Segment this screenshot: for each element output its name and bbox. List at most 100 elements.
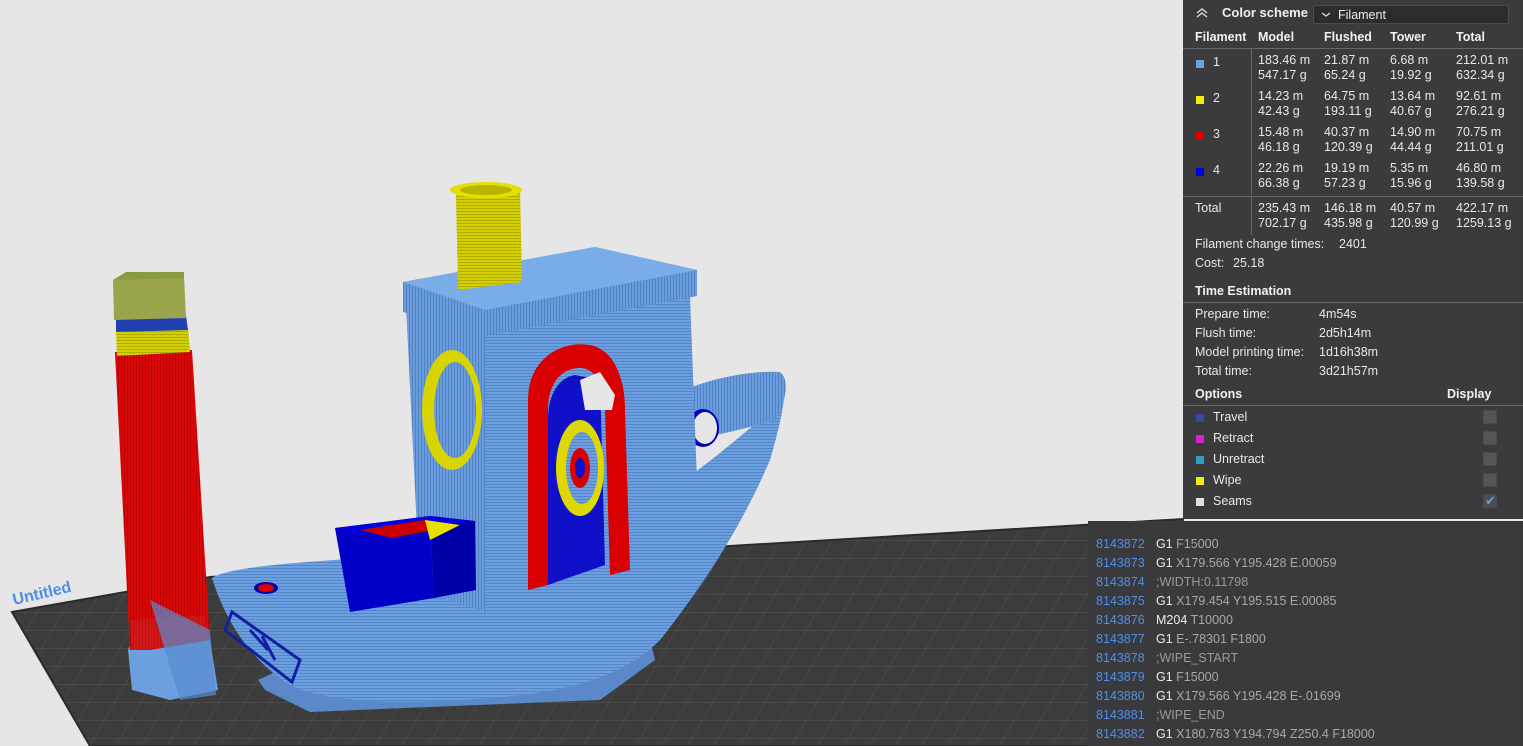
unretract-display-checkbox[interactable] (1483, 452, 1497, 466)
option-label: Unretract (1213, 452, 1265, 466)
options-title: Options (1195, 387, 1243, 401)
retract-display-checkbox[interactable] (1483, 431, 1497, 445)
filament-swatch-3 (1196, 132, 1204, 140)
filament-change-times: Filament change times: 2401 (1195, 237, 1367, 251)
gcode-viewer-panel[interactable]: 8143872 G1 F15000 8143873 G1 X179.566 Y195… (1088, 521, 1523, 746)
tower-weight: 44.44 g (1390, 140, 1432, 154)
total-weight: 632.34 g (1456, 68, 1505, 82)
model-length: 183.46 m (1258, 53, 1311, 67)
gcode-line-number: 8143876 (1096, 613, 1145, 627)
tower-weight: 15.96 g (1390, 176, 1432, 190)
wipe-display-checkbox[interactable] (1483, 473, 1497, 487)
flushed-weight: 57.23 g (1324, 176, 1366, 190)
option-seams: Seams ✔ (1183, 492, 1523, 512)
model-length: 235.43 m (1258, 201, 1311, 215)
option-retract: Retract (1183, 429, 1523, 449)
gcode-args: F15000 (1176, 537, 1219, 551)
cost: Cost: 25.18 (1195, 256, 1264, 270)
change-times-label: Filament change times: (1195, 237, 1325, 251)
total-weight: 211.01 g (1456, 140, 1504, 154)
option-label: Retract (1213, 431, 1254, 445)
col-flushed: Flushed (1324, 30, 1372, 44)
seams-swatch (1196, 498, 1204, 506)
tower-length: 5.35 m (1390, 161, 1429, 175)
filament-id: 2 (1213, 91, 1220, 105)
legend-header: Color scheme Filament (1183, 0, 1523, 28)
total-weight: 1259.13 g (1456, 216, 1512, 230)
tower-weight: 40.67 g (1390, 104, 1432, 118)
model-weight: 547.17 g (1258, 68, 1307, 82)
col-model: Model (1258, 30, 1295, 44)
tower-length: 40.57 m (1390, 201, 1436, 215)
gcode-command: M204 (1156, 613, 1188, 627)
time-label: Model printing time: (1195, 345, 1305, 359)
col-tower: Tower (1390, 30, 1426, 44)
collapse-icon[interactable] (1195, 6, 1209, 20)
filament-row-3: 3 15.48 m 46.18 g 40.37 m 120.39 g 14.90 m… (1183, 125, 1523, 159)
col-total: Total (1456, 30, 1485, 44)
tower-weight: 120.99 g (1390, 216, 1439, 230)
flushed-weight: 193.11 g (1324, 104, 1372, 118)
tower-weight: 19.92 g (1390, 68, 1432, 82)
filament-id: 3 (1213, 127, 1220, 141)
filament-row-1: 1 183.46 m 547.17 g 21.87 m 65.24 g 6.68 m… (1183, 53, 1523, 87)
gcode-line-number: 8143874 (1096, 575, 1145, 589)
time-label: Flush time: (1195, 326, 1257, 340)
travel-display-checkbox[interactable] (1483, 410, 1497, 424)
gcode-line-number: 8143873 (1096, 556, 1145, 570)
gcode-line: 8143874 ;WIDTH:0.11798 (1096, 575, 1248, 594)
header-separator (1183, 48, 1523, 49)
gcode-line: 8143879 G1 F15000 (1096, 670, 1219, 689)
model-weight: 702.17 g (1258, 216, 1307, 230)
checkmark-icon: ✔ (1485, 493, 1496, 508)
gcode-args: X179.566 Y195.428 E.00059 (1176, 556, 1337, 570)
gcode-line: 8143872 G1 F15000 (1096, 537, 1219, 556)
time-separator (1183, 302, 1523, 303)
flushed-weight: 65.24 g (1324, 68, 1366, 82)
total-weight: 139.58 g (1456, 176, 1505, 190)
gcode-command: G1 (1156, 537, 1173, 551)
gcode-line-number: 8143877 (1096, 632, 1145, 646)
gcode-args: X179.566 Y195.428 E-.01699 (1176, 689, 1341, 703)
gcode-args: E-.78301 F1800 (1176, 632, 1266, 646)
time-value: 3d21h57m (1319, 364, 1379, 378)
flushed-weight: 120.39 g (1324, 140, 1373, 154)
gcode-comment: ;WIPE_START (1156, 651, 1239, 665)
gcode-line-number: 8143880 (1096, 689, 1145, 703)
option-label: Seams (1213, 494, 1252, 508)
prepare-time: Prepare time: 4m54s (1195, 307, 1357, 321)
option-unretract: Unretract (1183, 450, 1523, 470)
flushed-weight: 435.98 g (1324, 216, 1373, 230)
total-time: Total time: 3d21h57m (1195, 364, 1378, 378)
travel-swatch (1196, 414, 1204, 422)
flushed-length: 40.37 m (1324, 125, 1370, 139)
option-label: Travel (1213, 410, 1248, 424)
filament-row-4: 4 22.26 m 66.38 g 19.19 m 57.23 g 5.35 m 15… (1183, 161, 1523, 195)
model-weight: 66.38 g (1258, 176, 1300, 190)
flushed-length: 21.87 m (1324, 53, 1370, 67)
model-length: 14.23 m (1258, 89, 1304, 103)
total-length: 422.17 m (1456, 201, 1509, 215)
gcode-command: G1 (1156, 727, 1173, 741)
legend-panel: Color scheme Filament Filament Model Flu… (1183, 0, 1523, 519)
seams-display-checkbox[interactable]: ✔ (1483, 493, 1497, 508)
gcode-args: X180.763 Y194.794 Z250.4 F18000 (1176, 727, 1375, 741)
gcode-line-number: 8143882 (1096, 727, 1145, 741)
gcode-line: 8143875 G1 X179.454 Y195.515 E.00085 (1096, 594, 1337, 613)
change-times-value: 2401 (1339, 237, 1367, 251)
gcode-line: 8143878 ;WIPE_START (1096, 651, 1238, 670)
gcode-line: 8143881 ;WIPE_END (1096, 708, 1225, 727)
total-row: Total 235.43 m 702.17 g 146.18 m 435.98 g … (1183, 201, 1523, 235)
total-length: 70.75 m (1456, 125, 1502, 139)
gcode-line: 8143882 G1 X180.763 Y194.794 Z250.4 F1800… (1096, 727, 1375, 746)
option-wipe: Wipe (1183, 471, 1523, 491)
time-value: 1d16h38m (1319, 345, 1379, 359)
model-weight: 46.18 g (1258, 140, 1300, 154)
gcode-command: G1 (1156, 594, 1173, 608)
color-scheme-select[interactable]: Filament (1313, 5, 1509, 24)
gcode-command: G1 (1156, 689, 1173, 703)
gcode-line: 8143873 G1 X179.566 Y195.428 E.00059 (1096, 556, 1337, 575)
flushed-length: 64.75 m (1324, 89, 1370, 103)
gcode-line: 8143880 G1 X179.566 Y195.428 E-.01699 (1096, 689, 1341, 708)
model-length: 22.26 m (1258, 161, 1304, 175)
